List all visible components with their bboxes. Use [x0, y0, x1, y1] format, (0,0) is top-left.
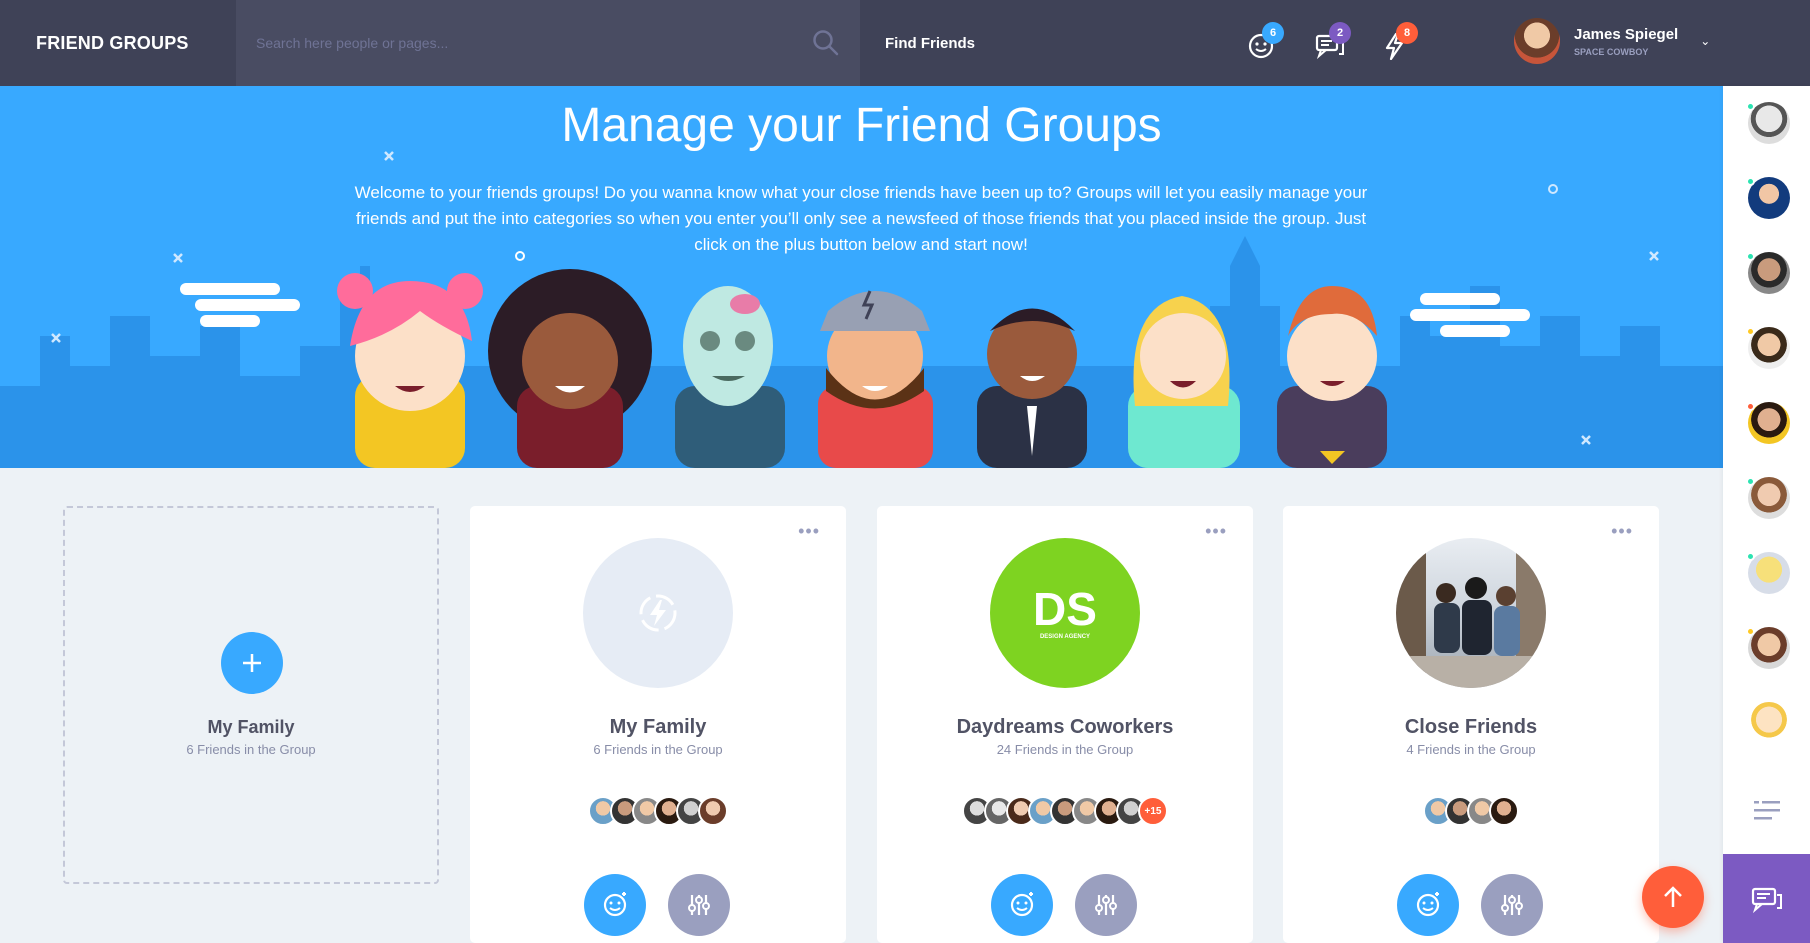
friends-walking-photo	[1396, 538, 1546, 688]
more-options-icon[interactable]: •••	[798, 522, 820, 540]
chevron-down-icon[interactable]: ⌄	[1700, 34, 1710, 48]
smiley-icon	[1416, 892, 1440, 917]
list-menu-icon[interactable]	[1754, 800, 1780, 820]
group-settings-button[interactable]	[1075, 874, 1137, 936]
group-title[interactable]: Close Friends	[1283, 716, 1659, 739]
group-avatar	[583, 538, 733, 688]
group-member-count: 6 Friends in the Group	[593, 742, 723, 757]
sliders-icon	[1501, 895, 1523, 915]
sidebar-friend-avatar[interactable]	[1746, 252, 1790, 294]
group-logo-subtext: DESIGN AGENCY	[1039, 634, 1091, 640]
search-bar	[236, 0, 860, 86]
avatar[interactable]	[698, 796, 728, 826]
more-members-badge[interactable]: +15	[1138, 796, 1168, 826]
search-icon[interactable]	[812, 29, 840, 57]
hero-title: Manage your Friend Groups	[561, 99, 1162, 152]
group-settings-button[interactable]	[668, 874, 730, 936]
chat-icon	[1751, 887, 1782, 913]
group-members-facepile[interactable]: +15	[877, 796, 1253, 826]
group-members-facepile[interactable]	[1283, 796, 1659, 826]
user-name: James Spiegel	[1574, 25, 1679, 43]
group-title[interactable]: My Family	[470, 716, 846, 739]
hero-description: Welcome to your friends groups! Do you w…	[354, 183, 1368, 254]
sidebar-friend-avatar[interactable]	[1748, 702, 1790, 744]
group-settings-button[interactable]	[1481, 874, 1543, 936]
plus-icon	[243, 654, 261, 672]
sidebar-friend-avatar[interactable]	[1746, 177, 1790, 219]
notifications-button[interactable]: 8	[1378, 22, 1418, 62]
group-members-facepile[interactable]	[470, 796, 846, 826]
sidebar-friend-avatar[interactable]	[1746, 402, 1790, 444]
sidebar-friend-avatar[interactable]	[1746, 552, 1790, 594]
smiley-icon	[603, 892, 627, 917]
create-group-title: My Family	[207, 717, 295, 737]
messages-button[interactable]: 2	[1311, 22, 1351, 62]
group-card: ••• DS DESIGN AGENCY Daydreams Coworkers…	[877, 506, 1253, 943]
create-group-subtitle: 6 Friends in the Group	[186, 742, 316, 757]
sliders-icon	[688, 895, 710, 915]
more-options-icon[interactable]: •••	[1205, 522, 1227, 540]
add-friend-to-group-button[interactable]	[991, 874, 1053, 936]
user-tagline: SPACE COWBOY	[1574, 46, 1649, 57]
avatar[interactable]	[1489, 796, 1519, 826]
page-title: FRIEND GROUPS	[36, 32, 189, 53]
group-logo-text: DS	[1033, 583, 1097, 635]
friend-requests-badge: 6	[1262, 22, 1284, 44]
group-member-count: 4 Friends in the Group	[1406, 742, 1536, 757]
add-group-button[interactable]	[221, 632, 283, 694]
sidebar-friend-avatar[interactable]	[1746, 477, 1790, 519]
notifications-badge: 8	[1396, 22, 1418, 44]
sidebar-friend-avatar[interactable]	[1746, 327, 1790, 369]
top-header: FRIEND GROUPS Find Friends 6 2 8 James S…	[0, 0, 1810, 86]
more-options-icon[interactable]: •••	[1611, 522, 1633, 540]
hero-banner: Manage your Friend Groups Welcome to you…	[0, 86, 1723, 468]
sliders-icon	[1095, 895, 1117, 915]
group-title[interactable]: Daydreams Coworkers	[877, 716, 1253, 739]
arrow-up-icon	[1664, 886, 1682, 907]
friend-requests-button[interactable]: 6	[1244, 22, 1284, 62]
search-input[interactable]	[256, 35, 796, 51]
open-chat-button[interactable]	[1723, 854, 1810, 943]
sidebar-friend-avatar[interactable]	[1746, 102, 1790, 144]
scroll-to-top-button[interactable]	[1642, 866, 1704, 928]
bolt-icon	[639, 594, 677, 632]
create-group-card[interactable]: My Family 6 Friends in the Group	[63, 506, 439, 884]
group-member-count: 24 Friends in the Group	[996, 742, 1134, 757]
user-menu[interactable]: James Spiegel SPACE COWBOY ⌄	[1514, 18, 1710, 64]
group-avatar: DS DESIGN AGENCY	[990, 538, 1140, 688]
avatar[interactable]	[1514, 18, 1560, 64]
group-card: ••• Close Friends 4 Friends in the Group	[1283, 506, 1659, 943]
add-friend-to-group-button[interactable]	[584, 874, 646, 936]
smiley-icon	[1010, 892, 1034, 917]
group-photo	[1396, 538, 1546, 688]
group-card: ••• My Family 6 Friends in the Group	[470, 506, 846, 943]
add-friend-to-group-button[interactable]	[1397, 874, 1459, 936]
find-friends-link[interactable]: Find Friends	[885, 35, 975, 52]
sidebar-friend-avatar[interactable]	[1746, 627, 1790, 669]
messages-badge: 2	[1329, 22, 1351, 44]
right-sidebar-friends	[1723, 86, 1810, 943]
